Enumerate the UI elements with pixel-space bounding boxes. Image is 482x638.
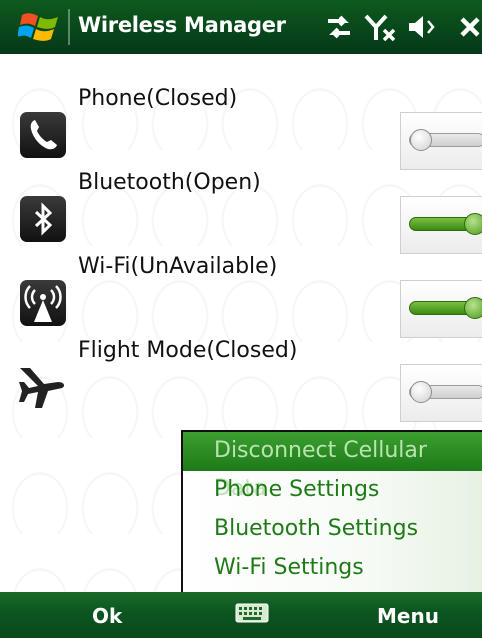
title-bar: Wireless Manager <box>0 0 482 54</box>
flight-mode-row[interactable]: Flight Mode(Closed) <box>0 336 482 422</box>
windows-logo[interactable] <box>18 9 62 45</box>
menu-item-disconnect-cellular-data[interactable]: Disconnect Cellular Data <box>183 432 482 501</box>
bluetooth-toggle[interactable] <box>400 196 482 254</box>
menu-item-phone-settings[interactable]: Phone Settings <box>183 471 482 510</box>
phone-row[interactable]: Phone(Closed) <box>0 84 482 170</box>
data-connection-icon <box>328 15 350 39</box>
popup-menu: Disconnect Cellular Data Phone Settings … <box>181 430 482 594</box>
wifi-toggle[interactable] <box>400 280 482 338</box>
wifi-icon <box>20 280 66 326</box>
bluetooth-label: Bluetooth(Open) <box>78 170 261 195</box>
flight-mode-label: Flight Mode(Closed) <box>78 338 298 363</box>
ok-button[interactable]: Ok <box>92 604 122 628</box>
bluetooth-icon <box>20 196 66 242</box>
window-title: Wireless Manager <box>78 13 286 37</box>
airplane-icon <box>19 364 66 410</box>
menu-item-bluetooth-settings[interactable]: Bluetooth Settings <box>183 510 482 549</box>
phone-icon <box>20 112 66 158</box>
title-separator <box>68 9 70 45</box>
phone-label: Phone(Closed) <box>78 86 238 111</box>
phone-toggle[interactable] <box>400 112 482 170</box>
menu-item-wifi-settings[interactable]: Wi-Fi Settings <box>183 549 482 588</box>
keyboard-icon[interactable] <box>235 603 269 623</box>
no-signal-icon <box>364 14 396 42</box>
volume-icon <box>409 16 435 38</box>
wifi-row[interactable]: Wi-Fi(UnAvailable) <box>0 252 482 338</box>
flight-mode-toggle[interactable] <box>400 364 482 422</box>
wifi-label: Wi-Fi(UnAvailable) <box>78 254 278 279</box>
bluetooth-row[interactable]: Bluetooth(Open) <box>0 168 482 254</box>
close-icon[interactable] <box>458 10 482 44</box>
menu-button[interactable]: Menu <box>377 604 439 628</box>
softkey-bar: Ok Menu <box>0 592 482 638</box>
